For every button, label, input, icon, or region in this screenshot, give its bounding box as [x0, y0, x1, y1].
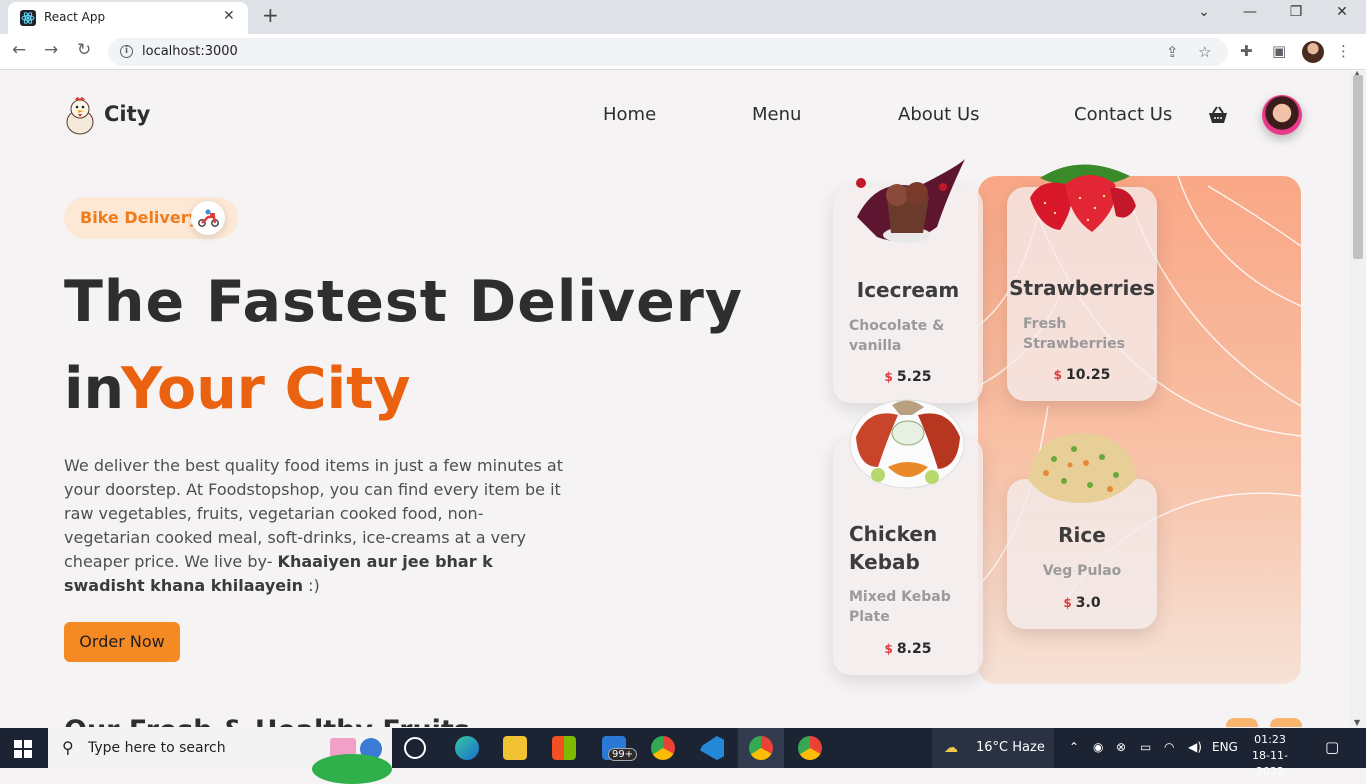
- nav-home[interactable]: Home: [603, 104, 656, 125]
- nav-contact-us[interactable]: Contact Us: [1074, 104, 1172, 125]
- windows-start-icon[interactable]: [14, 740, 32, 758]
- hero-title-accent: Your City: [121, 356, 411, 422]
- browser-tab[interactable]: React App ✕: [8, 2, 248, 34]
- show-hidden-icons[interactable]: ⌃: [1069, 740, 1079, 754]
- card-price: $10.25: [1007, 367, 1157, 383]
- chef-chicken-logo-icon[interactable]: [63, 95, 97, 135]
- card-price: $3.0: [1007, 595, 1157, 611]
- card-title: Strawberries: [1009, 276, 1155, 300]
- nav-menu[interactable]: Menu: [752, 104, 801, 125]
- site-info-icon[interactable]: i: [120, 45, 133, 58]
- taskbar-search-box[interactable]: ⚲ Type here to search: [48, 728, 392, 784]
- search-icon: ⚲: [62, 738, 74, 757]
- brand-name[interactable]: City: [104, 102, 150, 126]
- search-highlight-ground: [312, 754, 392, 784]
- weather-text: 16°C Haze: [976, 740, 1045, 755]
- menu-dots-icon[interactable]: ⋮: [1336, 42, 1351, 60]
- card-description: Mixed Kebab Plate: [849, 589, 951, 625]
- card-title: Icecream: [856, 278, 960, 302]
- minimize-icon[interactable]: —: [1230, 4, 1270, 20]
- extensions-icon[interactable]: ✚: [1240, 42, 1253, 60]
- card-price: $8.25: [833, 641, 983, 657]
- rice-pulao-image: [1028, 433, 1136, 503]
- chrome-active-icon[interactable]: [749, 736, 773, 760]
- share-icon[interactable]: ⇪: [1166, 43, 1179, 61]
- nav-about-us[interactable]: About Us: [898, 104, 980, 125]
- address-toolbar: ← → ↻ i localhost:3000 ⇪ ☆ ✚ ▣ ⋮: [0, 34, 1366, 70]
- hero-title: The Fastest Delivery: [64, 269, 744, 335]
- currency-symbol: $: [884, 370, 893, 384]
- url-text: localhost:3000: [142, 44, 238, 59]
- chicken-kebab-image: [849, 399, 965, 489]
- icecream-image: [856, 159, 965, 243]
- notifications-icon[interactable]: ▢: [1325, 738, 1339, 756]
- hero-title-in: in: [64, 356, 125, 422]
- fruits-section-heading: Our Fresh & Healthy Fruits: [64, 715, 470, 727]
- card-price: $5.25: [833, 369, 983, 385]
- network-error-icon[interactable]: ⊗: [1116, 740, 1126, 754]
- clock-time: 01:23: [1254, 733, 1286, 746]
- browser-tab-strip: React App ✕ + ⌄ — ❐ ✕: [0, 0, 1366, 34]
- card-title: Rice: [1058, 523, 1106, 547]
- scroll-right-button[interactable]: [1270, 718, 1302, 727]
- currency-symbol: $: [884, 642, 893, 656]
- page-scrollbar[interactable]: ▲ ▼: [1350, 69, 1366, 727]
- chrome-icon[interactable]: [651, 736, 675, 760]
- user-avatar[interactable]: [1262, 95, 1302, 135]
- taskbar-clock[interactable]: 01:23 18-11-2022: [1244, 732, 1296, 780]
- price-value: 5.25: [896, 369, 932, 385]
- web-page: City Home Menu About Us Contact Us Bike …: [0, 71, 1350, 727]
- price-value: 8.25: [896, 641, 932, 657]
- language-indicator[interactable]: ENG: [1212, 740, 1238, 754]
- edge-browser-icon[interactable]: [455, 736, 479, 760]
- card-description: Fresh Strawberries: [1023, 316, 1126, 352]
- price-value: 10.25: [1066, 367, 1111, 383]
- currency-symbol: $: [1053, 368, 1063, 382]
- delivery-scooter-icon: [191, 201, 225, 235]
- search-placeholder: Type here to search: [88, 740, 226, 756]
- tab-title: React App: [44, 10, 106, 24]
- card-title: Chicken Kebab: [849, 522, 938, 574]
- mail-badge: 99+: [608, 748, 638, 761]
- chrome-second-icon[interactable]: [798, 736, 822, 760]
- windows-taskbar: ⚲ Type here to search 99+ ☁ 16°C Haze ⌃ …: [0, 728, 1366, 784]
- window-close-icon[interactable]: ✕: [1322, 4, 1362, 20]
- weather-icon: ☁: [944, 740, 958, 756]
- address-bar[interactable]: i localhost:3000 ⇪ ☆: [108, 38, 1228, 66]
- description-smiley: :): [303, 576, 320, 595]
- bike-delivery-badge: Bike Delivery: [64, 197, 238, 239]
- close-tab-icon[interactable]: ✕: [223, 8, 235, 24]
- bookmark-star-icon[interactable]: ☆: [1198, 43, 1211, 61]
- shopping-basket-icon[interactable]: [1207, 105, 1229, 125]
- task-view-icon[interactable]: [404, 737, 426, 759]
- forward-icon[interactable]: →: [44, 40, 58, 60]
- scroll-left-button[interactable]: [1226, 718, 1258, 727]
- wifi-icon[interactable]: ◠: [1164, 740, 1174, 754]
- tab-search-icon[interactable]: ⌄: [1184, 4, 1224, 20]
- back-icon[interactable]: ←: [12, 40, 26, 60]
- currency-symbol: $: [1063, 596, 1072, 610]
- card-description: Chocolate & vanilla: [849, 318, 945, 354]
- new-tab-icon[interactable]: +: [262, 3, 279, 27]
- react-logo-icon: [20, 10, 36, 26]
- reload-icon[interactable]: ↻: [77, 40, 91, 60]
- scrollbar-thumb[interactable]: [1353, 75, 1363, 259]
- hero-description: We deliver the best quality food items i…: [64, 454, 564, 598]
- battery-icon[interactable]: ▭: [1140, 740, 1151, 754]
- restore-icon[interactable]: ❐: [1276, 4, 1316, 20]
- volume-icon[interactable]: ◀): [1188, 740, 1202, 754]
- file-explorer-icon[interactable]: [503, 736, 527, 760]
- side-panel-icon[interactable]: ▣: [1272, 42, 1286, 60]
- vscode-icon[interactable]: [700, 736, 724, 760]
- microsoft-store-icon[interactable]: [552, 736, 576, 760]
- profile-avatar[interactable]: [1302, 41, 1324, 63]
- clock-date: 18-11-2022: [1252, 749, 1288, 778]
- card-description: Veg Pulao: [1042, 563, 1122, 579]
- scroll-down-icon[interactable]: ▼: [1354, 718, 1360, 727]
- strawberries-image: [1030, 164, 1136, 232]
- badge-label: Bike Delivery: [80, 208, 200, 227]
- price-value: 3.0: [1075, 595, 1101, 611]
- order-now-button[interactable]: Order Now: [64, 622, 180, 662]
- meet-now-icon[interactable]: ◉: [1093, 740, 1103, 754]
